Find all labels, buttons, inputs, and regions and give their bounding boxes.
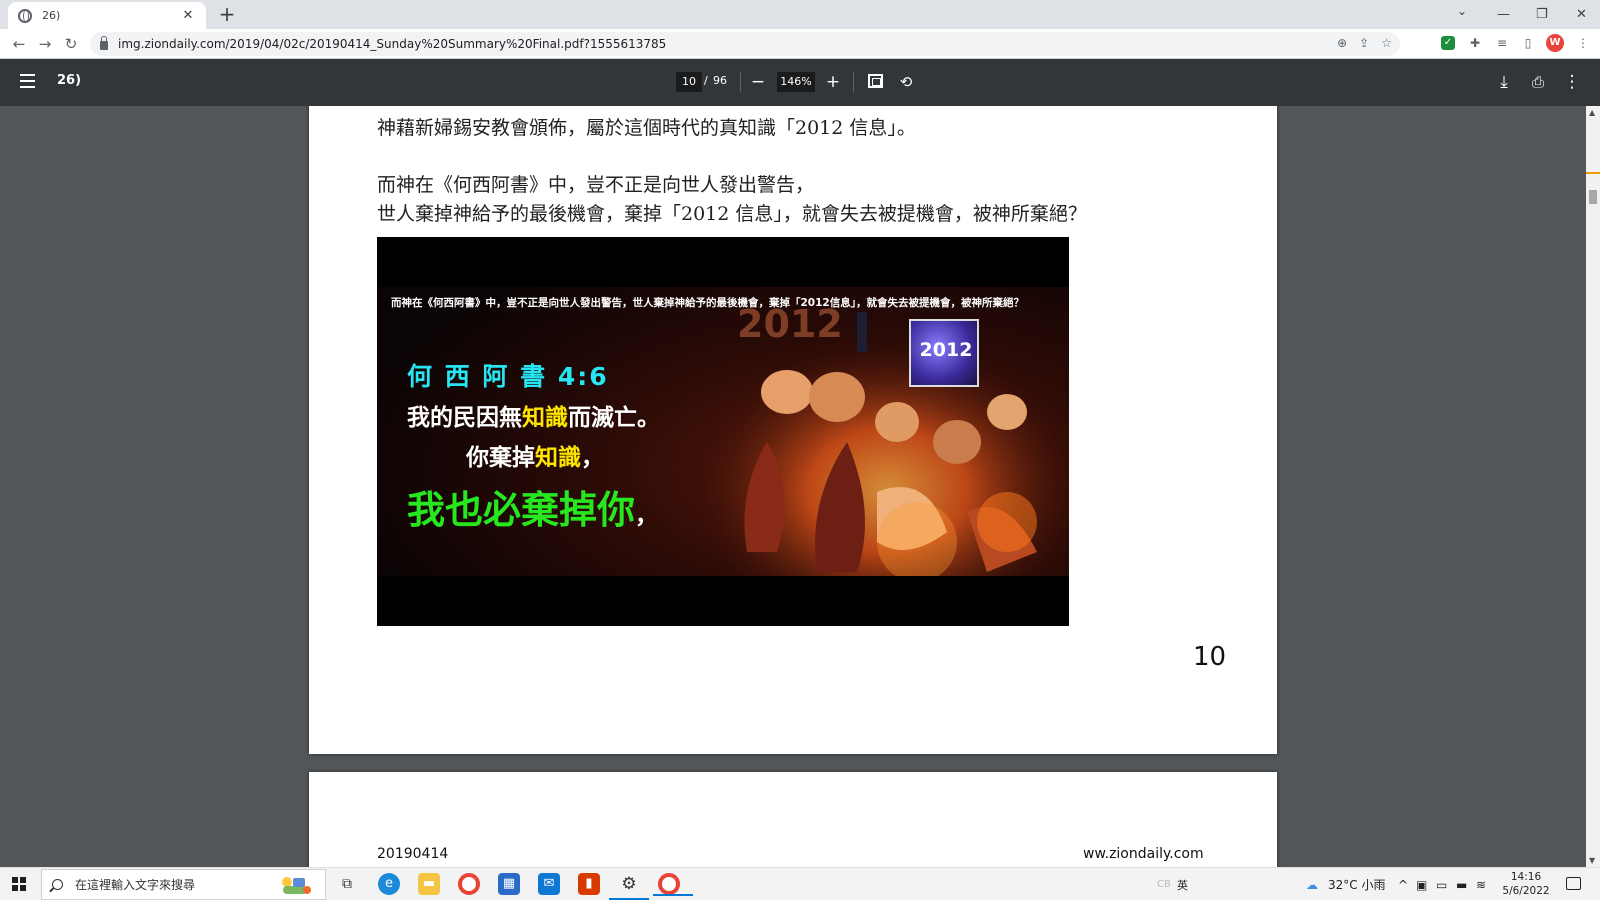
zoom-out-icon[interactable]: − [746, 70, 770, 94]
verse-reference: 何 西 阿 書 4:6 [407, 362, 609, 391]
task-view-icon[interactable]: ⧉ [336, 873, 358, 895]
pdf-title: 26) [57, 73, 82, 88]
page-total: 96 [713, 74, 727, 87]
scroll-down-icon[interactable]: ▼ [1589, 856, 1595, 865]
profile-avatar[interactable]: W [1546, 34, 1564, 52]
tab-close-icon[interactable]: ✕ [180, 8, 196, 23]
search-icon [52, 879, 63, 890]
browser-menu-icon[interactable]: ⋮ [1574, 34, 1592, 52]
reload-icon[interactable]: ↻ [61, 34, 81, 54]
zoom-in-icon[interactable]: + [821, 70, 845, 94]
browser-toolbar: ← → ↻ img.ziondaily.com/2019/04/02c/2019… [0, 29, 1600, 59]
ime-mode[interactable]: 英 [1177, 868, 1188, 900]
print-icon[interactable]: ⎙ [1526, 70, 1550, 94]
cartoon-illustration: 2012 [707, 292, 1069, 576]
zoom-input[interactable]: 146% [777, 72, 815, 92]
side-panel-icon[interactable]: ▯ [1519, 34, 1537, 52]
toolbar-divider [740, 72, 741, 92]
forward-icon[interactable]: → [35, 34, 55, 54]
page-header-date: 20190414 [377, 846, 449, 862]
tray-display-icon[interactable]: ▭ [1436, 868, 1447, 900]
page-text-line: 而神在《何西阿書》中，豈不正是向世人發出警告， [377, 174, 815, 196]
scroll-up-icon[interactable]: ▲ [1589, 108, 1595, 117]
bookmark-star-icon[interactable]: ☆ [1381, 36, 1392, 50]
url-text[interactable]: img.ziondaily.com/2019/04/02c/20190414_S… [118, 37, 666, 51]
slide-image: 2012 2012 而神在《何西阿書》中，豈不正是向世人發出警告，世人棄掉神給予… [377, 237, 1069, 626]
verse-line-2: 你棄掉知識， [466, 445, 604, 471]
chrome-profile-icon[interactable] [653, 873, 693, 896]
page-text-line: 世人棄掉神給予的最後機會，棄掉「2012 信息」，就會失去被提機會，被神所棄絕？ [377, 203, 1087, 225]
pdf-toolbar: 26) 10 / 96 − 146% + ⟲ ⤓ ⎙ ⋮ [0, 59, 1600, 106]
minimize-icon[interactable]: — [1497, 0, 1510, 28]
fit-to-page-icon[interactable] [868, 74, 883, 88]
lock-icon[interactable] [100, 36, 108, 50]
tab-title: 26) [42, 9, 61, 22]
verse-line-3: 我也必棄掉你， [407, 488, 659, 532]
file-explorer-icon[interactable]: ▬ [418, 873, 440, 895]
scroll-marker [1586, 172, 1600, 174]
globe-icon [18, 8, 32, 23]
page-number-input[interactable]: 10 [676, 72, 702, 92]
extension-check-icon[interactable]: ✓ [1441, 36, 1455, 50]
zoom-icon[interactable]: ⊕ [1337, 36, 1347, 50]
taskbar-search-placeholder: 在這裡輸入文字來搜尋 [75, 878, 196, 892]
weather-cloud-icon[interactable]: ☁ [1306, 868, 1318, 900]
battery-icon[interactable]: ▬ [1456, 868, 1467, 900]
windows-taskbar: 在這裡輸入文字來搜尋 ⧉ e ▬ ▦ ✉ ▮ ⚙ CB 英 ☁ 32°C 小雨 … [0, 867, 1600, 900]
tray-app-icon[interactable]: ▣ [1416, 868, 1427, 900]
window-close-icon[interactable]: ✕ [1576, 0, 1587, 28]
scroll-thumb[interactable] [1589, 190, 1597, 204]
weather-highlight-icon[interactable] [277, 874, 313, 896]
page-text-line: 神藉新婦錫安教會頒佈，屬於這個時代的真知識「2012 信息」。 [377, 117, 916, 139]
pdf-page-11: 20190414 ww.ziondaily.com [309, 772, 1277, 867]
taskbar-clock[interactable]: 14:16 5/6/2022 [1498, 870, 1554, 898]
rotate-icon[interactable]: ⟲ [894, 70, 918, 94]
pdf-more-icon[interactable]: ⋮ [1560, 70, 1584, 94]
slide-caption: 而神在《何西阿書》中，豈不正是向世人發出警告，世人棄掉神給予的最後機會，棄掉「2… [391, 297, 1024, 309]
extensions-puzzle-icon[interactable]: ✚ [1466, 34, 1484, 52]
weather-text[interactable]: 32°C 小雨 [1328, 868, 1385, 900]
back-icon[interactable]: ← [9, 34, 29, 54]
store-icon[interactable]: ▦ [498, 873, 520, 895]
pdf-page-10: 神藉新婦錫安教會頒佈，屬於這個時代的真知識「2012 信息」。 而神在《何西阿書… [309, 106, 1277, 754]
notification-icon[interactable] [1566, 877, 1581, 890]
toolbar-divider [853, 72, 854, 92]
tab-pdf[interactable]: 26) ✕ [8, 2, 206, 29]
address-bar[interactable]: img.ziondaily.com/2019/04/02c/20190414_S… [90, 32, 1400, 56]
new-tab-button[interactable]: + [215, 3, 239, 25]
reading-list-icon[interactable]: ≡ [1493, 34, 1511, 52]
edge-icon[interactable]: e [378, 873, 400, 895]
page-separator: / [704, 74, 708, 87]
pdf-menu-icon[interactable] [20, 74, 35, 88]
wifi-icon[interactable]: ≋ [1476, 868, 1486, 900]
tab-search-icon[interactable]: ⌄ [1457, 4, 1467, 18]
mail-icon[interactable]: ✉ [538, 873, 560, 895]
restore-icon[interactable]: ❐ [1536, 0, 1548, 28]
page-header-site: ww.ziondaily.com [1083, 846, 1204, 862]
pdf-viewer[interactable]: 神藉新婦錫安教會頒佈，屬於這個時代的真知識「2012 信息」。 而神在《何西阿書… [0, 106, 1586, 867]
share-icon[interactable]: ⇪ [1359, 36, 1369, 50]
badge-2012: 2012 [909, 319, 979, 387]
taskbar-search-box[interactable]: 在這裡輸入文字來搜尋 [41, 869, 326, 900]
verse-line-1: 我的民因無知識而滅亡。 [407, 405, 660, 431]
settings-gear-icon[interactable]: ⚙ [609, 873, 649, 900]
tab-strip: 26) ✕ + ⌄ — ❐ ✕ [0, 0, 1600, 29]
download-icon[interactable]: ⤓ [1492, 70, 1516, 94]
windows-start-icon[interactable] [12, 877, 26, 891]
page-number: 10 [1193, 642, 1227, 672]
vertical-scrollbar[interactable]: ▲ ▼ [1586, 106, 1600, 867]
ime-hint: CB [1157, 879, 1171, 890]
tray-expand-icon[interactable]: ^ [1398, 868, 1408, 900]
office-icon[interactable]: ▮ [578, 873, 600, 895]
chrome-icon[interactable] [458, 873, 480, 895]
